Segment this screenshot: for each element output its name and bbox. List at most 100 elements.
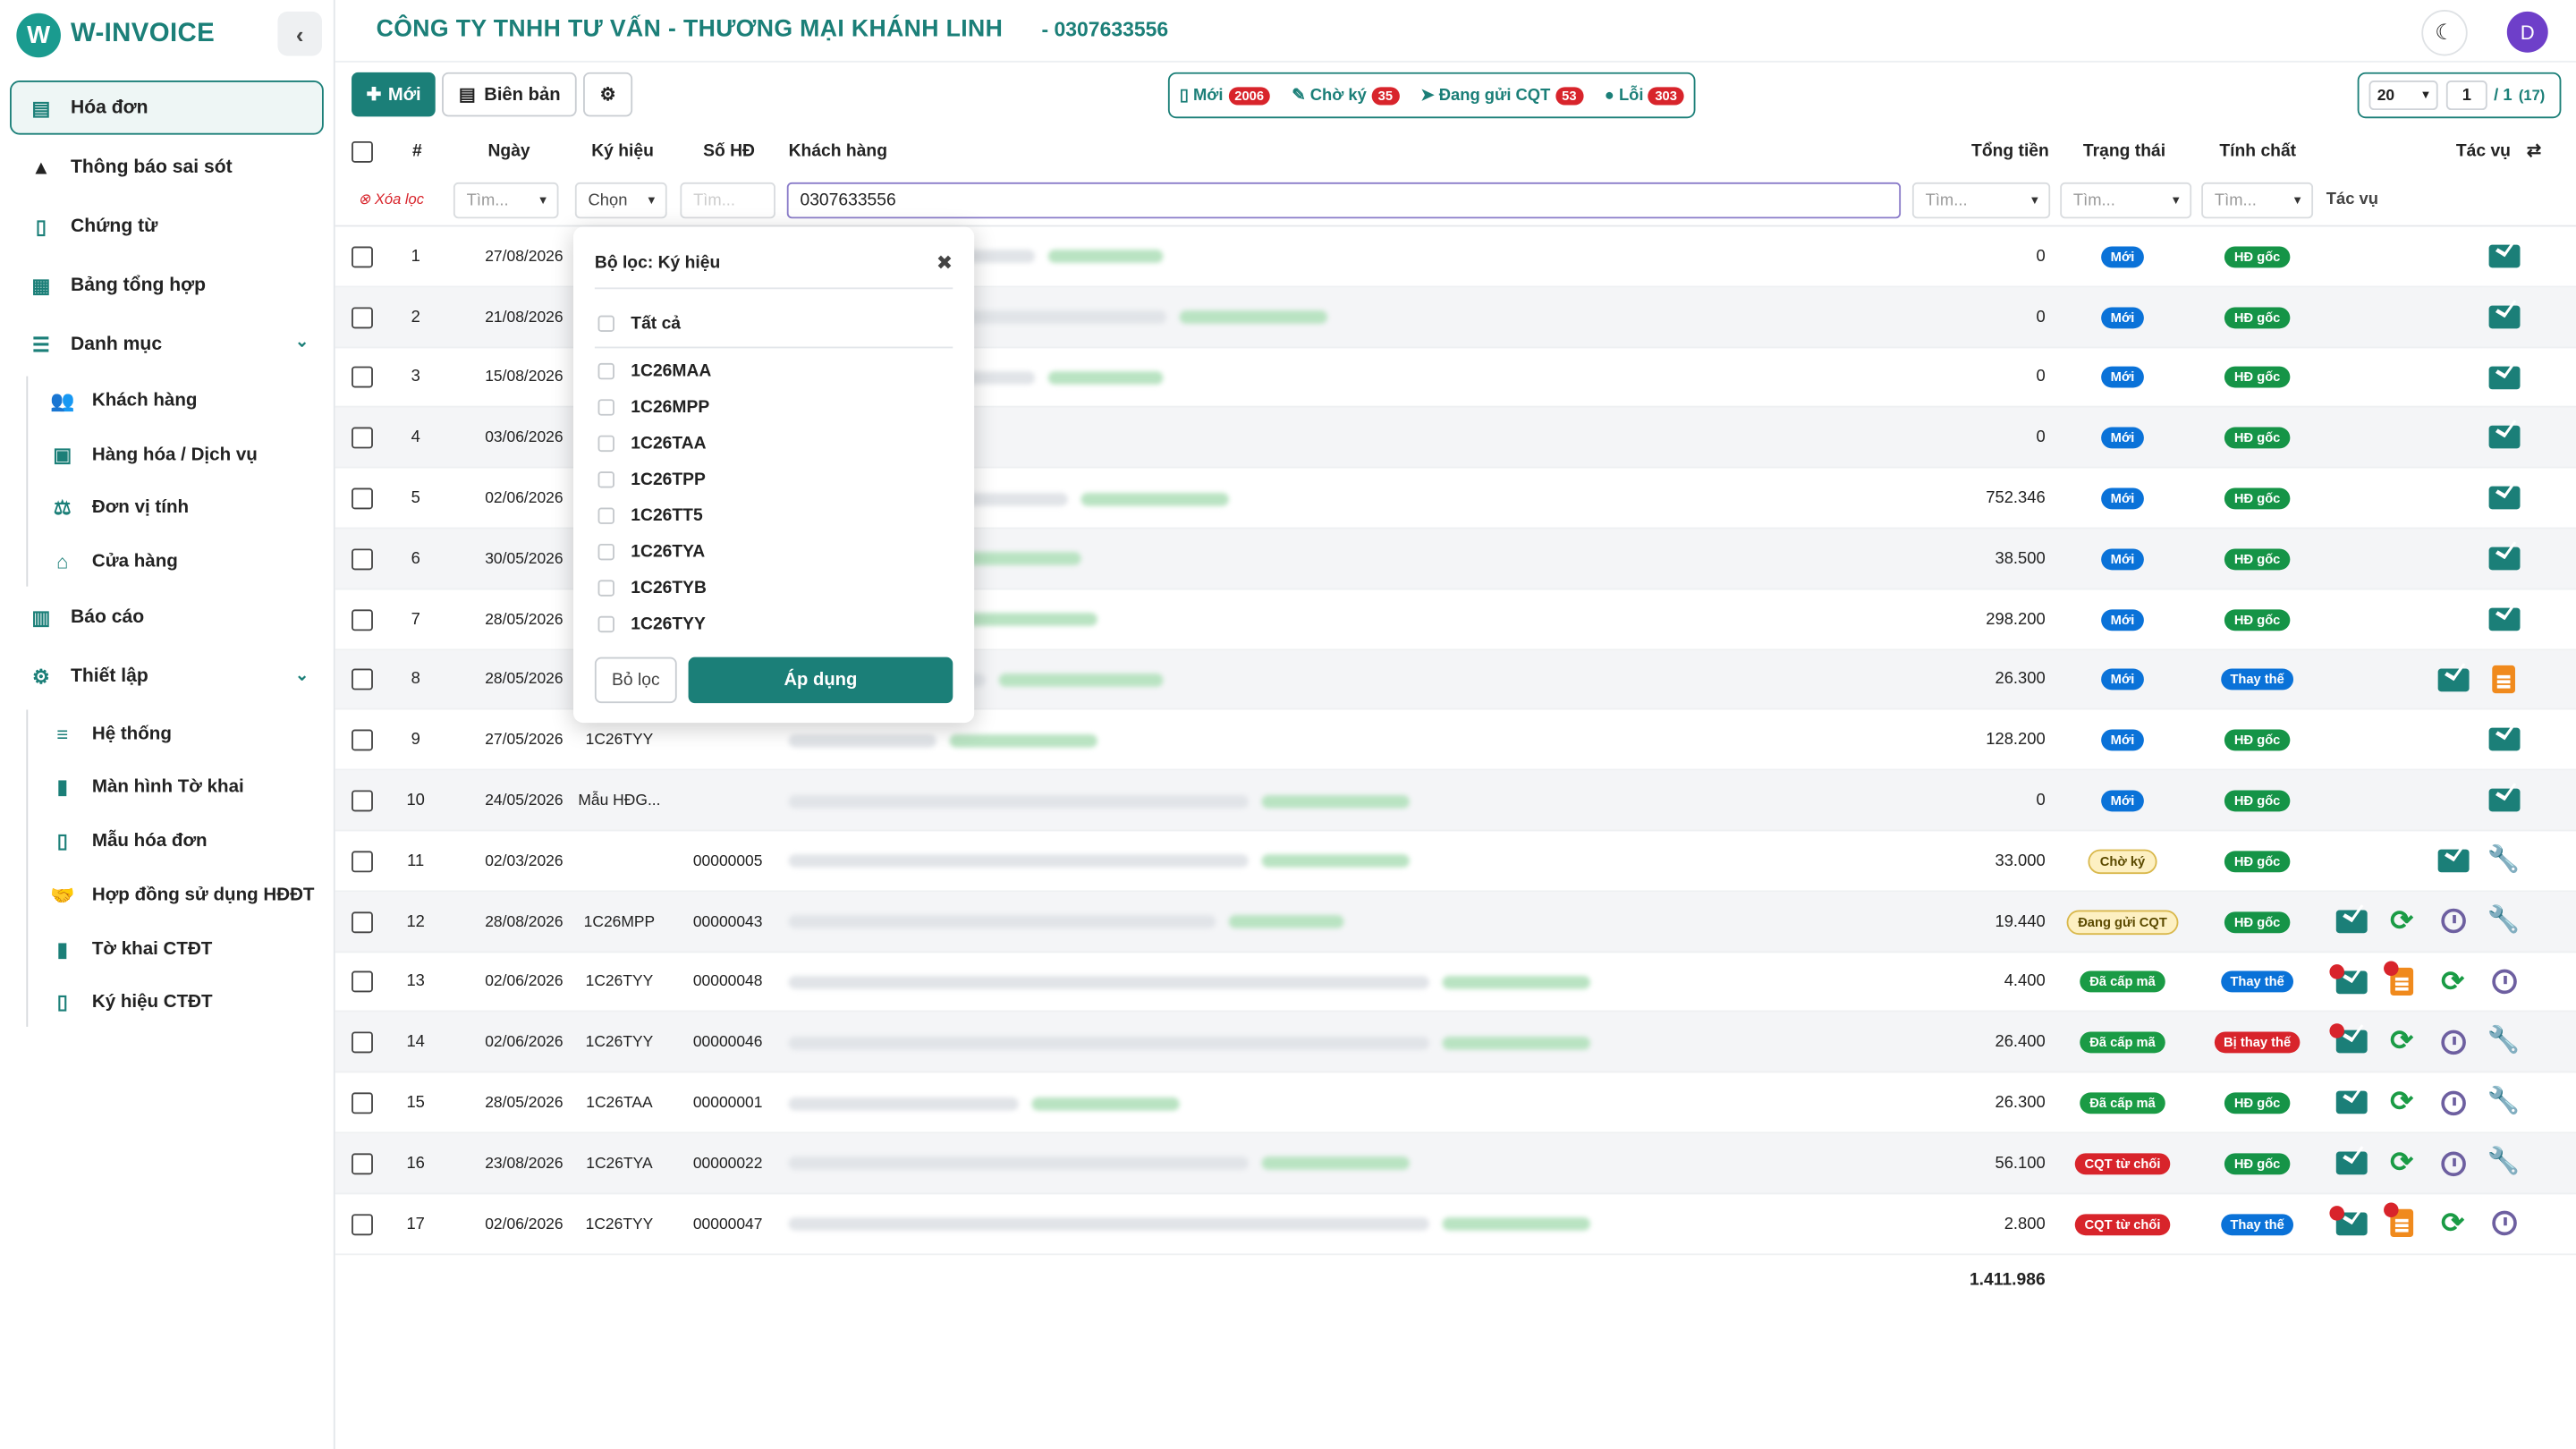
sidebar-item-he-thong[interactable]: ≡ Hệ thống <box>28 709 324 758</box>
table-row[interactable]: 12 28/08/2026 1C26MPP 00000043 19.440 Đang gử… <box>335 891 2576 953</box>
sidebar-item-thiet-lap[interactable]: ⚙ Thiết lập ⌄ <box>10 650 324 705</box>
sync-icon[interactable]: ⟳ <box>2390 906 2413 936</box>
sidebar-item-man-hinh-to-khai[interactable]: ▮ Màn hình Tờ khai <box>28 763 324 812</box>
row-checkbox[interactable] <box>352 771 373 832</box>
sidebar-item-bao-cao[interactable]: ▥ Báo cáo <box>10 591 324 646</box>
row-checkbox[interactable] <box>352 469 373 530</box>
send-email-icon[interactable] <box>2328 1023 2367 1055</box>
status-pending-sign-button[interactable]: ✎ Chờ ký 35 <box>1292 86 1400 105</box>
row-checkbox[interactable] <box>352 348 373 409</box>
symbol-filter[interactable]: Chọn ▼ <box>574 182 667 219</box>
row-checkbox[interactable] <box>352 226 373 287</box>
send-email-icon[interactable] <box>2436 667 2469 691</box>
status-error-button[interactable]: ● Lỗi 303 <box>1605 86 1684 105</box>
file-icon[interactable] <box>2384 1203 2414 1238</box>
wrench-icon[interactable]: 🔧 <box>2487 846 2521 876</box>
apply-filter-button[interactable]: Áp dụng <box>688 657 953 704</box>
option-1c26tyy[interactable]: 1C26TYY <box>597 614 706 634</box>
status-filter[interactable]: Tìm... ▼ <box>2060 182 2192 219</box>
wrench-icon[interactable]: 🔧 <box>2487 906 2521 936</box>
brand-logo[interactable]: W W-INVOICE <box>16 12 215 57</box>
theme-toggle-button[interactable]: ☾ <box>2421 10 2468 56</box>
sidebar-item-mau-hoa-don[interactable]: ▯ Mẫu hóa đơn <box>28 817 324 866</box>
row-checkbox[interactable] <box>352 589 373 650</box>
checkbox[interactable] <box>597 399 614 416</box>
option-1c26mpp[interactable]: 1C26MPP <box>597 397 709 418</box>
customer-filter-input[interactable]: 0307633556 <box>786 182 1902 219</box>
row-checkbox[interactable] <box>352 892 373 953</box>
sidebar-item-hoa-don[interactable]: ▤ Hóa đơn <box>10 80 324 135</box>
sidebar-item-bang-tong-hop[interactable]: ▦ Bảng tổng hợp <box>10 258 324 312</box>
sidebar-item-chung-tu[interactable]: ▯ Chứng từ <box>10 199 324 253</box>
select-all-checkbox[interactable] <box>352 126 373 175</box>
settings-button[interactable]: ⚙ <box>583 72 633 117</box>
history-icon[interactable] <box>2440 909 2465 934</box>
send-email-icon[interactable] <box>2487 547 2520 571</box>
send-email-icon[interactable] <box>2487 244 2520 268</box>
row-checkbox[interactable] <box>352 831 373 892</box>
checkbox[interactable] <box>597 615 614 633</box>
option-1c26tt5[interactable]: 1C26TT5 <box>597 506 703 526</box>
checkbox[interactable] <box>597 580 614 597</box>
checkbox[interactable] <box>597 362 614 380</box>
option-1c26tpp[interactable]: 1C26TPP <box>597 470 706 489</box>
table-row[interactable]: 10 24/05/2026 Mẫu HĐG... 0 Mới HĐ gốc <box>335 770 2576 832</box>
send-email-icon[interactable] <box>2334 1151 2367 1175</box>
history-icon[interactable] <box>2440 1150 2465 1176</box>
table-row[interactable]: 17 02/06/2026 1C26TYY 00000047 2.800 CQT từ c… <box>335 1194 2576 1255</box>
history-icon[interactable] <box>2491 1211 2516 1236</box>
clear-filter-button[interactable]: ⊗ Xóa lọc <box>358 191 424 208</box>
page-size-select[interactable]: 20 ▼ <box>2368 80 2438 111</box>
sidebar-item-thong-bao-sai-sot[interactable]: ▲ Thông báo sai sót <box>10 140 324 194</box>
col-status[interactable]: Trạng thái <box>2083 126 2165 175</box>
checkbox[interactable] <box>597 471 614 488</box>
send-email-icon[interactable] <box>2328 1205 2367 1235</box>
col-symbol[interactable]: Ký hiệu <box>591 126 654 175</box>
sidebar-item-hop-dong[interactable]: 🤝 Hợp đồng sử dụng HĐĐT <box>28 870 324 919</box>
sidebar-item-danh-muc[interactable]: ☰ Danh mục ⌄ <box>10 317 324 371</box>
row-checkbox[interactable] <box>352 1194 373 1255</box>
send-email-icon[interactable] <box>2436 849 2469 873</box>
avatar[interactable]: D <box>2506 11 2548 53</box>
send-email-icon[interactable] <box>2334 910 2367 933</box>
page-input[interactable]: 1 <box>2445 80 2487 111</box>
table-row[interactable]: 11 02/03/2026 00000005 33.000 Chờ ký HĐ gốc 🔧 <box>335 831 2576 892</box>
row-checkbox[interactable] <box>352 1073 373 1134</box>
reset-filter-button[interactable]: Bỏ lọc <box>594 657 677 704</box>
send-email-icon[interactable] <box>2487 487 2520 510</box>
table-row[interactable]: 13 02/06/2026 1C26TYY 00000048 4.400 Đã cấp m… <box>335 953 2576 1013</box>
checkbox[interactable] <box>597 315 614 333</box>
wrench-icon[interactable]: 🔧 <box>2487 1088 2521 1117</box>
column-settings-icon[interactable]: ⇄ <box>2527 126 2541 175</box>
send-email-icon[interactable] <box>2334 1090 2367 1114</box>
option-1c26taa[interactable]: 1C26TAA <box>597 434 707 453</box>
sync-icon[interactable]: ⟳ <box>2390 1087 2413 1117</box>
close-icon[interactable]: ✖ <box>936 251 953 275</box>
option-1c26maa[interactable]: 1C26MAA <box>597 361 711 381</box>
send-email-icon[interactable] <box>2487 426 2520 450</box>
row-checkbox[interactable] <box>352 650 373 711</box>
table-row[interactable]: 15 28/05/2026 1C26TAA 00000001 26.300 Đã cấp … <box>335 1073 2576 1134</box>
checkbox[interactable] <box>597 507 614 524</box>
col-date[interactable]: Ngày <box>487 126 530 175</box>
send-email-icon[interactable] <box>2328 963 2367 994</box>
sidebar-item-hang-hoa[interactable]: ▣ Hàng hóa / Dịch vụ <box>28 430 324 479</box>
status-new-button[interactable]: ▯ Mới 2006 <box>1180 86 1271 105</box>
total-filter[interactable]: Tìm... ▼ <box>1911 182 2051 219</box>
row-checkbox[interactable] <box>352 953 373 1013</box>
new-invoice-button[interactable]: ✚ Mới <box>352 72 436 117</box>
wrench-icon[interactable]: 🔧 <box>2487 1148 2521 1178</box>
row-checkbox[interactable] <box>352 529 373 589</box>
col-total[interactable]: Tổng tiền <box>1971 126 2049 175</box>
col-nature[interactable]: Tính chất <box>2219 126 2296 175</box>
history-icon[interactable] <box>2491 969 2516 995</box>
table-row[interactable]: 16 23/08/2026 1C26TYA 00000022 56.100 CQT từ … <box>335 1133 2576 1194</box>
date-filter[interactable]: Tìm... ▼ <box>453 182 559 219</box>
row-checkbox[interactable] <box>352 1133 373 1194</box>
collapse-sidebar-button[interactable]: ‹ <box>277 11 322 56</box>
file-icon[interactable] <box>2492 665 2515 694</box>
sidebar-item-khach-hang[interactable]: 👥 Khách hàng <box>28 377 324 426</box>
sidebar-item-don-vi-tinh[interactable]: ⚖ Đơn vị tính <box>28 484 324 533</box>
nature-filter[interactable]: Tìm... ▼ <box>2201 182 2314 219</box>
option-all[interactable]: Tất cả <box>597 314 681 334</box>
